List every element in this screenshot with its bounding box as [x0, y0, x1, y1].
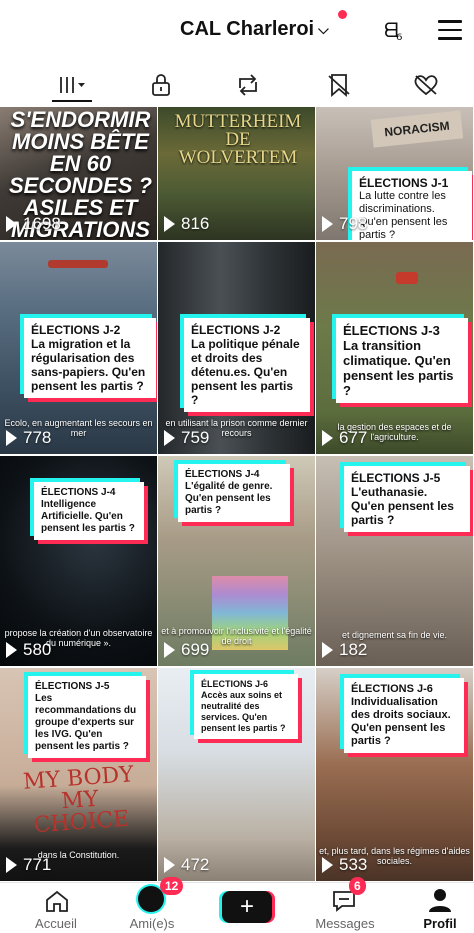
- friends-badge: 12: [160, 877, 184, 895]
- video-thumbnail[interactable]: ÉLECTIONS J-2 La migration et la régular…: [0, 242, 157, 454]
- play-icon: [6, 857, 17, 873]
- profile-icon: [429, 889, 451, 912]
- repost-icon: [239, 74, 257, 96]
- tab-liked[interactable]: [410, 70, 442, 100]
- body-writing: MY BODY MY CHOICE: [22, 762, 135, 839]
- play-icon: [164, 216, 175, 232]
- topic-card: ÉLECTIONS J-6 Individualisation des droi…: [344, 678, 464, 753]
- account-name: CAL Charleroi: [180, 18, 315, 40]
- tab-videos[interactable]: [52, 70, 92, 102]
- heart-hidden-icon: [414, 75, 438, 96]
- video-thumbnail[interactable]: ÉLECTIONS J-6 Accès aux soins et neutral…: [158, 668, 315, 881]
- video-subtitle: et dignement sa fin de vie.: [341, 630, 448, 640]
- topic-card: ÉLECTIONS J-3 La transition climatique. …: [336, 318, 468, 403]
- video-thumbnail[interactable]: ÉLECTIONS J-3 La transition climatique. …: [316, 242, 473, 454]
- home-icon: [46, 890, 68, 912]
- view-count: 771: [6, 855, 51, 875]
- view-count: 699: [164, 640, 209, 660]
- nav-profile[interactable]: Profil: [400, 883, 474, 933]
- nav-friends[interactable]: 12 Ami(e)s: [112, 877, 192, 933]
- grid-icon: [60, 77, 85, 93]
- topic-card: ÉLECTIONS J-4 Intelligence Artificielle.…: [34, 482, 144, 540]
- video-thumbnail[interactable]: ÉLECTIONS J-4 L'égalité de genre. Qu'en …: [158, 456, 315, 666]
- topic-card: ÉLECTIONS J-2 La politique pénale et dro…: [184, 318, 310, 412]
- view-count: 798: [322, 214, 367, 234]
- topic-card: ÉLECTIONS J-5 L'euthanasie. Qu'en pensen…: [344, 466, 470, 532]
- video-thumbnail[interactable]: ÉLECTIONS J-5 L'euthanasie. Qu'en pensen…: [316, 456, 473, 666]
- video-overlay-title: MUTTERHEIM DE WOLVERTEM: [174, 111, 302, 168]
- video-grid: S'ENDORMIR MOINS BÊTE EN 60 SECONDES ? A…: [0, 107, 474, 881]
- tab-favorites[interactable]: [323, 70, 355, 100]
- play-icon: [322, 216, 333, 232]
- topic-card: ÉLECTIONS J-5 Les recommandations du gro…: [28, 676, 146, 758]
- video-thumbnail[interactable]: MY BODY MY CHOICE ÉLECTIONS J-5 Les reco…: [0, 668, 157, 881]
- tab-private[interactable]: [145, 70, 177, 100]
- menu-icon[interactable]: [438, 20, 462, 46]
- view-count: 1698: [6, 214, 61, 234]
- play-icon: [322, 430, 333, 446]
- video-thumbnail[interactable]: S'ENDORMIR MOINS BÊTE EN 60 SECONDES ? A…: [0, 107, 157, 240]
- topic-card: ÉLECTIONS J-4 L'égalité de genre. Qu'en …: [178, 464, 290, 522]
- creator-tools-icon[interactable]: ᗺ₆: [384, 18, 414, 48]
- view-count: 580: [6, 640, 51, 660]
- video-thumbnail[interactable]: ÉLECTIONS J-6 Individualisation des droi…: [316, 668, 473, 881]
- video-thumbnail[interactable]: ÉLECTIONS J-4 Intelligence Artificielle.…: [0, 456, 157, 666]
- create-button[interactable]: +: [222, 891, 272, 923]
- messages-badge: 6: [349, 877, 366, 895]
- play-icon: [6, 216, 17, 232]
- video-thumbnail[interactable]: MUTTERHEIM DE WOLVERTEM 816: [158, 107, 315, 240]
- video-thumbnail[interactable]: ÉLECTIONS J-2 La politique pénale et dro…: [158, 242, 315, 454]
- bottom-navigation: Accueil 12 Ami(e)s + 6 Messages Profil: [0, 877, 474, 933]
- view-count: 816: [164, 214, 209, 234]
- account-switcher[interactable]: CAL Charleroi ⌵: [180, 18, 329, 41]
- play-icon: [322, 857, 333, 873]
- top-bar: CAL Charleroi ⌵ ᗺ₆: [0, 0, 474, 62]
- lock-icon: [152, 74, 170, 96]
- notification-dot: [338, 10, 347, 19]
- play-icon: [6, 430, 17, 446]
- chevron-down-icon: ⌵: [318, 21, 329, 37]
- play-icon: [164, 642, 175, 658]
- topic-card: ÉLECTIONS J-2 La migration et la régular…: [24, 318, 156, 398]
- nav-messages[interactable]: 6 Messages: [305, 877, 385, 933]
- video-thumbnail[interactable]: NORACISM ÉLECTIONS J-1 La lutte contre l…: [316, 107, 473, 240]
- view-count: 677: [322, 428, 367, 448]
- play-icon: [164, 430, 175, 446]
- view-count: 778: [6, 428, 51, 448]
- view-count: 533: [322, 855, 367, 875]
- play-icon: [164, 857, 175, 873]
- play-icon: [6, 642, 17, 658]
- profile-tabs: [0, 66, 474, 104]
- topic-card: ÉLECTIONS J-1 La lutte contre les discri…: [352, 171, 472, 240]
- tab-reposts[interactable]: [232, 70, 264, 100]
- view-count: 759: [164, 428, 209, 448]
- bookmark-hidden-icon: [328, 74, 350, 97]
- view-count: 182: [322, 640, 367, 660]
- topic-card: ÉLECTIONS J-6 Accès aux soins et neutral…: [194, 674, 298, 739]
- play-icon: [322, 642, 333, 658]
- view-count: 472: [164, 855, 209, 875]
- nav-home[interactable]: Accueil: [16, 883, 96, 933]
- svg-text:₆: ₆: [396, 25, 402, 42]
